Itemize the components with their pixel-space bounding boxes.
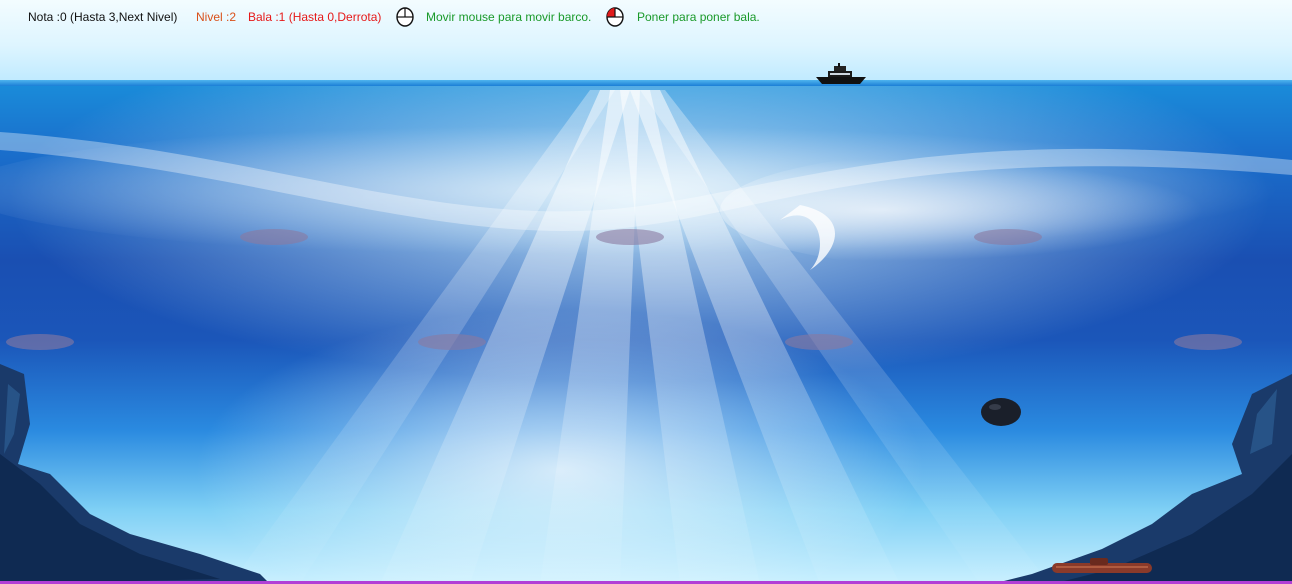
fire-hint-label: Poner para poner bala. bbox=[637, 10, 760, 24]
move-hint-label: Movir mouse para movir barco. bbox=[426, 10, 592, 24]
mouse-left-click-icon bbox=[606, 7, 624, 27]
level-label: Nivel :2 bbox=[196, 10, 237, 24]
coral-reef-obstacle bbox=[890, 201, 1118, 263]
coral-reef-obstacle bbox=[701, 306, 929, 368]
submarine-icon bbox=[1052, 558, 1152, 573]
bullets-label: Bala :1 (Hasta 0,Derrota) bbox=[248, 10, 382, 24]
mouse-icon bbox=[396, 7, 414, 27]
hud-bar: Nota :0 (Hasta 3,Next Nivel) Nivel :2 Ba… bbox=[0, 0, 1292, 36]
rock-left bbox=[0, 364, 270, 584]
game-stage[interactable]: Nota :0 (Hasta 3,Next Nivel) Nivel :2 Ba… bbox=[0, 0, 1292, 584]
coral-reef-obstacle bbox=[0, 306, 150, 368]
rock-right bbox=[992, 374, 1292, 584]
score-label: Nota :0 (Hasta 3,Next Nivel) bbox=[28, 10, 178, 24]
coral-reef-obstacle bbox=[156, 201, 384, 263]
coral-reef-obstacle bbox=[334, 306, 562, 368]
ship-icon[interactable] bbox=[814, 63, 868, 85]
coral-reef-obstacle bbox=[512, 201, 740, 263]
mine-icon bbox=[981, 398, 1021, 426]
coral-reef-obstacle bbox=[1090, 306, 1292, 368]
